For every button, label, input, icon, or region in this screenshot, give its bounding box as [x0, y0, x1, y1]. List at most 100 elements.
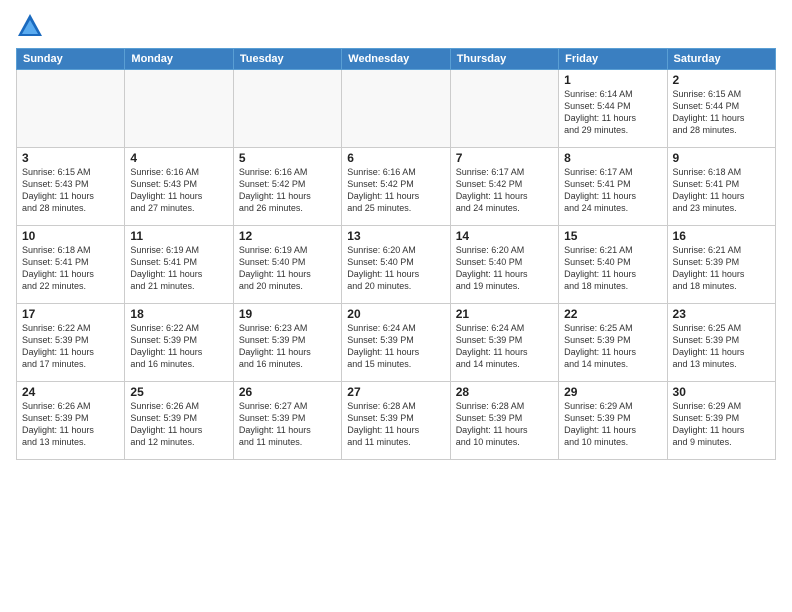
col-header-saturday: Saturday: [667, 49, 775, 70]
calendar: SundayMondayTuesdayWednesdayThursdayFrid…: [16, 48, 776, 460]
day-number: 14: [456, 229, 553, 243]
day-cell-9: 9Sunrise: 6:18 AM Sunset: 5:41 PM Daylig…: [667, 148, 775, 226]
day-info: Sunrise: 6:20 AM Sunset: 5:40 PM Dayligh…: [456, 244, 553, 293]
empty-cell: [17, 70, 125, 148]
day-info: Sunrise: 6:21 AM Sunset: 5:40 PM Dayligh…: [564, 244, 661, 293]
day-info: Sunrise: 6:29 AM Sunset: 5:39 PM Dayligh…: [564, 400, 661, 449]
day-cell-8: 8Sunrise: 6:17 AM Sunset: 5:41 PM Daylig…: [559, 148, 667, 226]
day-number: 28: [456, 385, 553, 399]
day-info: Sunrise: 6:22 AM Sunset: 5:39 PM Dayligh…: [22, 322, 119, 371]
week-row-4: 17Sunrise: 6:22 AM Sunset: 5:39 PM Dayli…: [17, 304, 776, 382]
day-number: 7: [456, 151, 553, 165]
day-cell-12: 12Sunrise: 6:19 AM Sunset: 5:40 PM Dayli…: [233, 226, 341, 304]
day-cell-15: 15Sunrise: 6:21 AM Sunset: 5:40 PM Dayli…: [559, 226, 667, 304]
day-info: Sunrise: 6:21 AM Sunset: 5:39 PM Dayligh…: [673, 244, 770, 293]
day-number: 20: [347, 307, 444, 321]
day-number: 18: [130, 307, 227, 321]
day-number: 30: [673, 385, 770, 399]
day-number: 8: [564, 151, 661, 165]
day-number: 24: [22, 385, 119, 399]
week-row-3: 10Sunrise: 6:18 AM Sunset: 5:41 PM Dayli…: [17, 226, 776, 304]
day-number: 4: [130, 151, 227, 165]
day-number: 26: [239, 385, 336, 399]
day-info: Sunrise: 6:20 AM Sunset: 5:40 PM Dayligh…: [347, 244, 444, 293]
day-cell-5: 5Sunrise: 6:16 AM Sunset: 5:42 PM Daylig…: [233, 148, 341, 226]
day-number: 23: [673, 307, 770, 321]
day-cell-3: 3Sunrise: 6:15 AM Sunset: 5:43 PM Daylig…: [17, 148, 125, 226]
col-header-thursday: Thursday: [450, 49, 558, 70]
day-info: Sunrise: 6:17 AM Sunset: 5:42 PM Dayligh…: [456, 166, 553, 215]
logo-icon: [16, 12, 44, 40]
day-cell-7: 7Sunrise: 6:17 AM Sunset: 5:42 PM Daylig…: [450, 148, 558, 226]
day-cell-30: 30Sunrise: 6:29 AM Sunset: 5:39 PM Dayli…: [667, 382, 775, 460]
day-number: 10: [22, 229, 119, 243]
day-info: Sunrise: 6:25 AM Sunset: 5:39 PM Dayligh…: [673, 322, 770, 371]
day-number: 12: [239, 229, 336, 243]
day-cell-25: 25Sunrise: 6:26 AM Sunset: 5:39 PM Dayli…: [125, 382, 233, 460]
day-cell-28: 28Sunrise: 6:28 AM Sunset: 5:39 PM Dayli…: [450, 382, 558, 460]
header: [16, 12, 776, 40]
day-info: Sunrise: 6:23 AM Sunset: 5:39 PM Dayligh…: [239, 322, 336, 371]
empty-cell: [450, 70, 558, 148]
day-cell-23: 23Sunrise: 6:25 AM Sunset: 5:39 PM Dayli…: [667, 304, 775, 382]
empty-cell: [233, 70, 341, 148]
day-info: Sunrise: 6:25 AM Sunset: 5:39 PM Dayligh…: [564, 322, 661, 371]
day-number: 2: [673, 73, 770, 87]
col-header-friday: Friday: [559, 49, 667, 70]
day-info: Sunrise: 6:16 AM Sunset: 5:43 PM Dayligh…: [130, 166, 227, 215]
calendar-header-row: SundayMondayTuesdayWednesdayThursdayFrid…: [17, 49, 776, 70]
day-number: 22: [564, 307, 661, 321]
day-cell-19: 19Sunrise: 6:23 AM Sunset: 5:39 PM Dayli…: [233, 304, 341, 382]
day-info: Sunrise: 6:16 AM Sunset: 5:42 PM Dayligh…: [347, 166, 444, 215]
logo-area: [16, 12, 48, 40]
day-number: 29: [564, 385, 661, 399]
day-info: Sunrise: 6:19 AM Sunset: 5:41 PM Dayligh…: [130, 244, 227, 293]
col-header-tuesday: Tuesday: [233, 49, 341, 70]
day-number: 6: [347, 151, 444, 165]
day-number: 11: [130, 229, 227, 243]
day-cell-13: 13Sunrise: 6:20 AM Sunset: 5:40 PM Dayli…: [342, 226, 450, 304]
day-info: Sunrise: 6:15 AM Sunset: 5:43 PM Dayligh…: [22, 166, 119, 215]
week-row-1: 1Sunrise: 6:14 AM Sunset: 5:44 PM Daylig…: [17, 70, 776, 148]
day-cell-29: 29Sunrise: 6:29 AM Sunset: 5:39 PM Dayli…: [559, 382, 667, 460]
day-cell-6: 6Sunrise: 6:16 AM Sunset: 5:42 PM Daylig…: [342, 148, 450, 226]
day-number: 3: [22, 151, 119, 165]
day-info: Sunrise: 6:29 AM Sunset: 5:39 PM Dayligh…: [673, 400, 770, 449]
day-info: Sunrise: 6:15 AM Sunset: 5:44 PM Dayligh…: [673, 88, 770, 137]
day-cell-22: 22Sunrise: 6:25 AM Sunset: 5:39 PM Dayli…: [559, 304, 667, 382]
day-info: Sunrise: 6:27 AM Sunset: 5:39 PM Dayligh…: [239, 400, 336, 449]
day-cell-2: 2Sunrise: 6:15 AM Sunset: 5:44 PM Daylig…: [667, 70, 775, 148]
day-number: 27: [347, 385, 444, 399]
day-info: Sunrise: 6:26 AM Sunset: 5:39 PM Dayligh…: [22, 400, 119, 449]
day-number: 25: [130, 385, 227, 399]
week-row-2: 3Sunrise: 6:15 AM Sunset: 5:43 PM Daylig…: [17, 148, 776, 226]
day-info: Sunrise: 6:26 AM Sunset: 5:39 PM Dayligh…: [130, 400, 227, 449]
day-info: Sunrise: 6:22 AM Sunset: 5:39 PM Dayligh…: [130, 322, 227, 371]
col-header-wednesday: Wednesday: [342, 49, 450, 70]
day-cell-10: 10Sunrise: 6:18 AM Sunset: 5:41 PM Dayli…: [17, 226, 125, 304]
day-cell-4: 4Sunrise: 6:16 AM Sunset: 5:43 PM Daylig…: [125, 148, 233, 226]
day-cell-26: 26Sunrise: 6:27 AM Sunset: 5:39 PM Dayli…: [233, 382, 341, 460]
day-number: 15: [564, 229, 661, 243]
day-info: Sunrise: 6:24 AM Sunset: 5:39 PM Dayligh…: [456, 322, 553, 371]
day-cell-11: 11Sunrise: 6:19 AM Sunset: 5:41 PM Dayli…: [125, 226, 233, 304]
empty-cell: [125, 70, 233, 148]
day-info: Sunrise: 6:18 AM Sunset: 5:41 PM Dayligh…: [22, 244, 119, 293]
day-info: Sunrise: 6:16 AM Sunset: 5:42 PM Dayligh…: [239, 166, 336, 215]
day-info: Sunrise: 6:24 AM Sunset: 5:39 PM Dayligh…: [347, 322, 444, 371]
day-number: 1: [564, 73, 661, 87]
empty-cell: [342, 70, 450, 148]
day-number: 9: [673, 151, 770, 165]
day-info: Sunrise: 6:28 AM Sunset: 5:39 PM Dayligh…: [456, 400, 553, 449]
week-row-5: 24Sunrise: 6:26 AM Sunset: 5:39 PM Dayli…: [17, 382, 776, 460]
col-header-sunday: Sunday: [17, 49, 125, 70]
day-cell-1: 1Sunrise: 6:14 AM Sunset: 5:44 PM Daylig…: [559, 70, 667, 148]
day-number: 17: [22, 307, 119, 321]
day-number: 21: [456, 307, 553, 321]
day-cell-27: 27Sunrise: 6:28 AM Sunset: 5:39 PM Dayli…: [342, 382, 450, 460]
day-cell-17: 17Sunrise: 6:22 AM Sunset: 5:39 PM Dayli…: [17, 304, 125, 382]
day-cell-20: 20Sunrise: 6:24 AM Sunset: 5:39 PM Dayli…: [342, 304, 450, 382]
day-info: Sunrise: 6:19 AM Sunset: 5:40 PM Dayligh…: [239, 244, 336, 293]
day-number: 13: [347, 229, 444, 243]
day-cell-18: 18Sunrise: 6:22 AM Sunset: 5:39 PM Dayli…: [125, 304, 233, 382]
